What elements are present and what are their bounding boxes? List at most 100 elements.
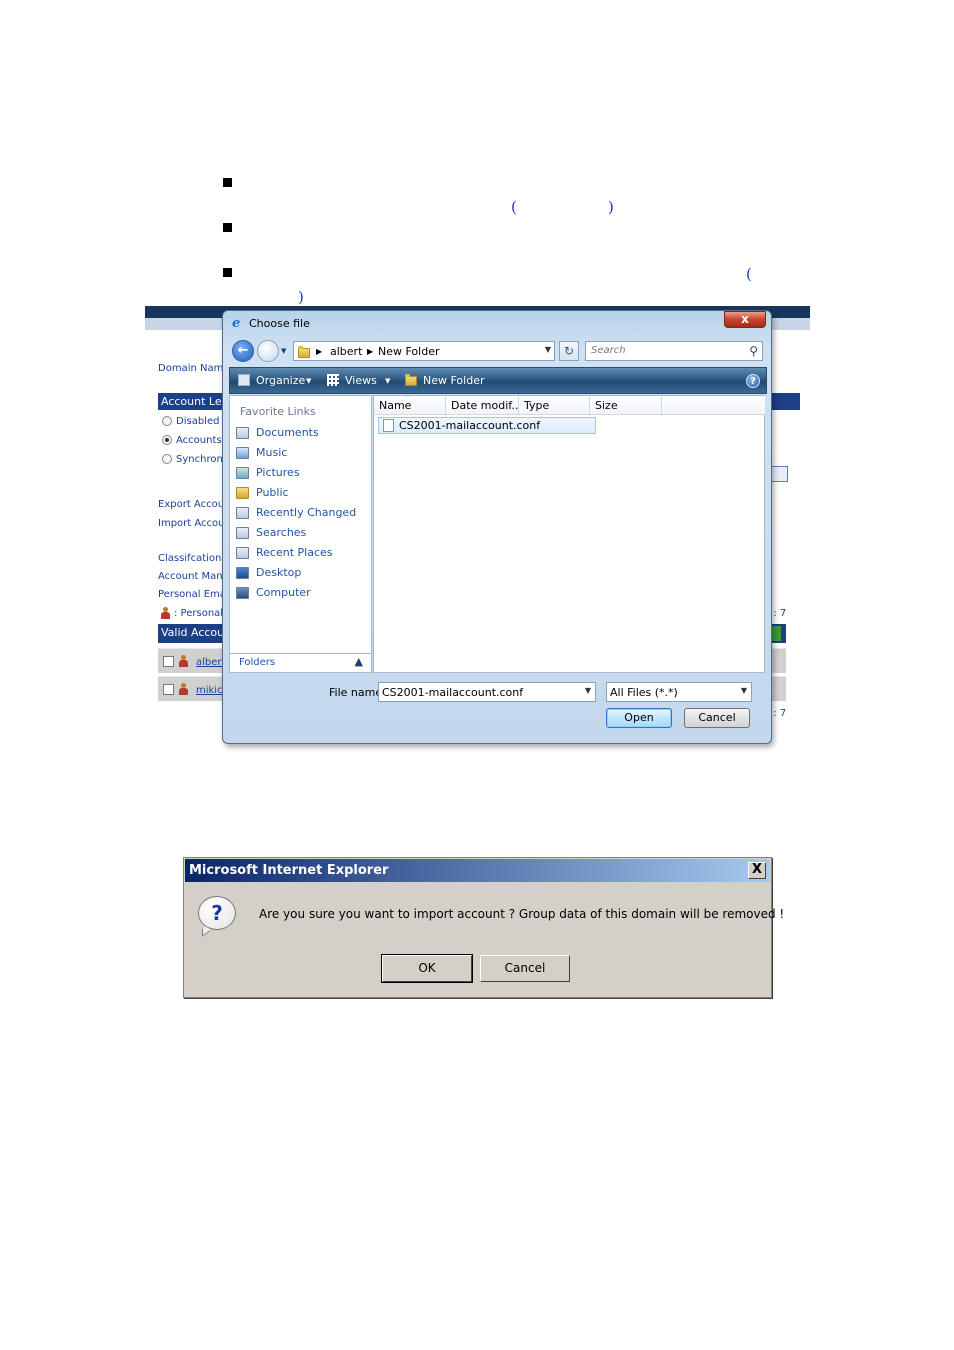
dialog-title: Microsoft Internet Explorer [189, 863, 389, 878]
computer-icon [236, 587, 249, 599]
chevron-down-icon[interactable]: ▼ [741, 686, 747, 695]
column-header-size[interactable]: Size [590, 396, 662, 415]
pictures-icon [236, 467, 249, 479]
apply-button[interactable] [770, 466, 788, 482]
radio-accounts[interactable] [162, 435, 172, 445]
folders-toggle[interactable]: Folders ▲ [229, 653, 372, 673]
nav-item-music[interactable]: Music [236, 445, 368, 461]
breadcrumb-item[interactable]: albert [330, 345, 362, 358]
organize-dropdown-icon[interactable]: ▼ [306, 377, 311, 385]
folders-label: Folders [239, 657, 276, 668]
radio-synchronize[interactable] [162, 454, 172, 464]
nav-item-desktop[interactable]: Desktop [236, 565, 368, 581]
radio-disabled-label: Disabled [176, 416, 220, 427]
confirm-dialog: Microsoft Internet Explorer X ? Are you … [183, 857, 784, 998]
personal-email-label: Personal Email [158, 589, 232, 600]
column-header-empty [662, 396, 765, 415]
nav-item-label: Desktop [256, 566, 302, 579]
recently-changed-icon [236, 507, 249, 519]
back-button[interactable]: ← [232, 340, 254, 362]
column-header-date-modified[interactable]: Date modif... [446, 396, 519, 415]
paren-open: ( [746, 265, 752, 283]
nav-item-label: Recently Changed [256, 506, 357, 519]
bullet-2 [223, 223, 232, 232]
breadcrumb-separator-icon[interactable]: ▶ [367, 347, 373, 356]
row-checkbox[interactable] [163, 656, 174, 667]
new-folder-button[interactable]: New Folder [423, 374, 484, 387]
choose-file-window: e Choose file x ← ▼ ▶ albert ▶ New Folde… [222, 310, 772, 744]
personal-legend: : Personal [174, 608, 224, 619]
radio-accounts-label: Accounts [176, 435, 222, 446]
row-checkbox[interactable] [163, 684, 174, 695]
nav-item-recently-changed[interactable]: Recently Changed [236, 505, 368, 521]
file-list: ^ Name Date modif... Type Size CS2001-ma… [373, 395, 765, 673]
column-header-label: Date modif... [451, 399, 519, 412]
question-icon: ? [198, 896, 236, 930]
nav-item-pictures[interactable]: Pictures [236, 465, 368, 481]
export-account-link[interactable]: Export Accou [158, 499, 224, 510]
search-input[interactable]: Search ⚲ [585, 341, 763, 361]
organize-menu[interactable]: Organize [256, 374, 305, 387]
nav-item-label: Computer [256, 586, 311, 599]
column-header-type[interactable]: Type [519, 396, 590, 415]
file-item[interactable]: CS2001-mailaccount.conf [378, 417, 596, 434]
views-icon [327, 374, 339, 386]
header-status-icon [771, 626, 781, 641]
search-placeholder: Search [591, 345, 626, 356]
document-icon [383, 419, 394, 432]
searches-icon [236, 527, 249, 539]
file-name-value: CS2001-mailaccount.conf [382, 686, 524, 699]
paren-open: ( [511, 198, 517, 216]
window-title: Choose file [249, 317, 310, 330]
nav-item-searches[interactable]: Searches [236, 525, 368, 541]
address-dropdown-icon[interactable]: ▼ [545, 345, 551, 354]
help-icon[interactable]: ? [746, 374, 760, 388]
back-arrow-icon: ← [237, 343, 249, 358]
chevron-down-icon[interactable]: ▼ [585, 686, 591, 695]
dialog-cancel-button[interactable]: Cancel [480, 955, 570, 982]
ok-button[interactable]: OK [381, 954, 473, 983]
nav-item-label: Documents [256, 426, 319, 439]
breadcrumb-separator-icon[interactable]: ▶ [316, 347, 322, 356]
person-icon [161, 607, 170, 619]
paren-close: ) [298, 288, 304, 306]
folder-icon [298, 346, 310, 358]
chevron-up-icon: ▲ [354, 655, 363, 668]
file-type-select[interactable]: All Files (*.*) ▼ [606, 682, 752, 702]
recent-places-icon [236, 547, 249, 559]
address-bar[interactable]: ▶ albert ▶ New Folder ▼ [293, 341, 555, 361]
music-icon [236, 447, 249, 459]
dialog-title-bar: Microsoft Internet Explorer X [185, 859, 770, 882]
cancel-button[interactable]: Cancel [684, 708, 750, 728]
views-menu[interactable]: Views [345, 374, 377, 387]
refresh-button[interactable]: ↻ [559, 341, 579, 361]
nav-item-label: Music [256, 446, 288, 459]
close-button[interactable]: x [724, 311, 766, 328]
file-item-name: CS2001-mailaccount.conf [399, 419, 541, 432]
account-link[interactable]: mikic [196, 685, 223, 696]
nav-item-documents[interactable]: Documents [236, 425, 368, 441]
nav-item-computer[interactable]: Computer [236, 585, 368, 601]
paren-close: ) [608, 198, 614, 216]
recent-pages-dropdown-icon[interactable]: ▼ [281, 347, 286, 355]
views-dropdown-icon[interactable]: ▼ [385, 377, 390, 385]
column-header-name[interactable]: ^ Name [374, 396, 446, 415]
desktop-icon [236, 567, 249, 579]
file-name-input[interactable]: CS2001-mailaccount.conf ▼ [378, 682, 596, 702]
open-button[interactable]: Open [606, 708, 672, 728]
new-folder-icon [405, 374, 417, 386]
nav-item-label: Pictures [256, 466, 300, 479]
person-icon [179, 655, 188, 667]
dialog-close-button[interactable]: X [748, 862, 766, 879]
forward-button[interactable] [257, 340, 279, 362]
search-icon[interactable]: ⚲ [749, 344, 758, 358]
import-account-link[interactable]: Import Accoun [158, 518, 231, 529]
nav-item-public[interactable]: Public [236, 485, 368, 501]
person-icon [179, 683, 188, 695]
nav-item-recent-places[interactable]: Recent Places [236, 545, 368, 561]
radio-synchronize-label: Synchroni [176, 454, 226, 465]
public-folder-icon [236, 487, 249, 499]
breadcrumb-item[interactable]: New Folder [378, 345, 439, 358]
radio-disabled[interactable] [162, 416, 172, 426]
bullet-3 [223, 268, 232, 277]
